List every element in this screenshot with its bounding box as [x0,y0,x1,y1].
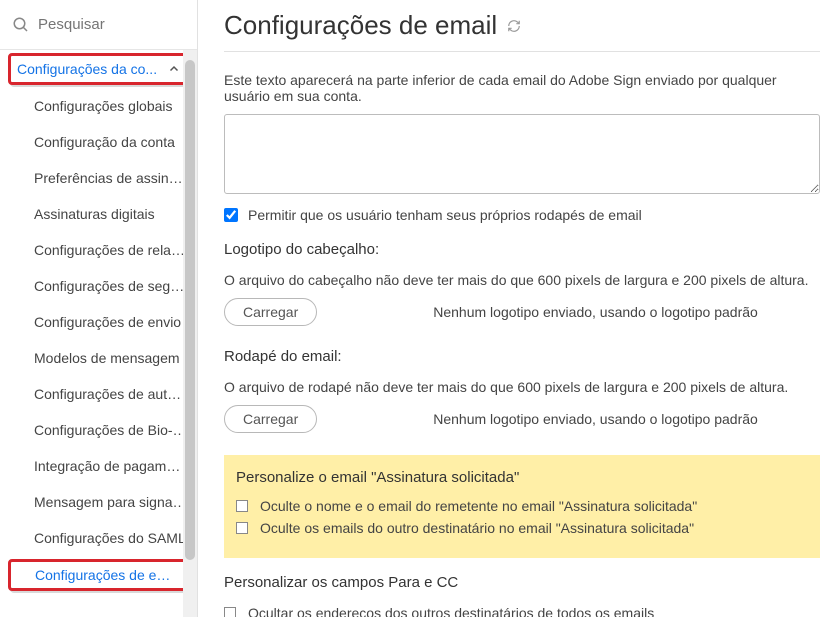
nav-section-account-settings[interactable]: Configurações da co... [8,53,189,85]
header-logo-note: O arquivo do cabeçalho não deve ter mais… [224,272,820,288]
hide-all-recipients-label: Ocultar os endereços dos outros destinat… [248,605,654,617]
email-footer-textarea[interactable] [224,114,820,194]
hide-sender-row[interactable]: Oculte o nome e o email do remetente no … [236,498,808,514]
nav-list: Configurações da co... Configurações glo… [0,50,197,617]
nav-item-label: Preferências de assinatura [34,170,187,186]
search-icon [12,16,30,34]
nav-item-report-settings[interactable]: Configurações de relatório [0,232,197,268]
nav-item-global-settings[interactable]: Configurações globais [0,88,197,124]
chevron-up-icon [168,63,180,75]
nav-item-send-settings[interactable]: Configurações de envio [0,304,197,340]
header-logo-upload-row: Carregar Nenhum logotipo enviado, usando… [224,298,820,326]
hide-sender-label: Oculte o nome e o email do remetente no … [260,498,697,514]
hide-other-recipient-label: Oculte os emails do outro destinatário n… [260,520,694,536]
nav-item-digital-sigs[interactable]: Assinaturas digitais [0,196,197,232]
main-content: Configurações de email Este texto aparec… [198,0,830,617]
nav-item-message-templates[interactable]: Modelos de mensagem [0,340,197,376]
intro-text: Este texto aparecerá na parte inferior d… [224,72,820,104]
nav-item-label: Configurações de envio [34,314,181,330]
nav-item-saml-settings[interactable]: Configurações do SAML [0,520,197,556]
nav-item-payment-integration[interactable]: Integração de pagamento [0,448,197,484]
nav-item-auth-settings[interactable]: Configurações de autenti... [0,376,197,412]
page-title: Configurações de email [224,10,497,41]
footer-logo-heading: Rodapé do email: [224,348,820,365]
allow-user-footers-row[interactable]: Permitir que os usuário tenham seus próp… [224,207,820,223]
nav-item-label: Configurações de Bio-Ph... [34,422,187,438]
nav-item-biopharma-settings[interactable]: Configurações de Bio-Ph... [0,412,197,448]
search-row [0,0,197,50]
signature-requested-panel: Personalize o email "Assinatura solicita… [224,455,820,558]
nav-section-label: Configurações da co... [17,61,157,77]
nav-item-label: Assinaturas digitais [34,206,155,222]
nav-item-signer-message[interactable]: Mensagem para signatário [0,484,197,520]
sidebar: Configurações da co... Configurações glo… [0,0,198,617]
sidebar-scrollbar[interactable] [183,50,197,617]
search-input[interactable] [38,16,185,33]
nav-item-label: Mensagem para signatário [34,494,187,510]
allow-user-footers-checkbox[interactable] [224,208,238,222]
hide-all-recipients-row[interactable]: Ocultar os endereços dos outros destinat… [224,605,820,617]
nav-item-label: Modelos de mensagem [34,350,180,366]
to-cc-heading: Personalizar os campos Para e CC [224,574,820,591]
header-logo-upload-button[interactable]: Carregar [224,298,317,326]
nav-item-email-settings[interactable]: Configurações de email [8,559,189,591]
nav-item-label: Configurações de relatório [34,242,187,258]
hide-all-recipients-checkbox[interactable] [224,607,236,617]
nav-item-label: Configurações de autenti... [34,386,187,402]
refresh-icon[interactable] [507,19,521,33]
footer-logo-status: Nenhum logotipo enviado, usando o logoti… [433,411,758,427]
footer-logo-note: O arquivo de rodapé não deve ter mais do… [224,379,820,395]
header-logo-heading: Logotipo do cabeçalho: [224,241,820,258]
page-title-row: Configurações de email [224,10,820,52]
footer-logo-upload-row: Carregar Nenhum logotipo enviado, usando… [224,405,820,433]
nav-item-account-config[interactable]: Configuração da conta [0,124,197,160]
nav-item-label: Configurações globais [34,98,173,114]
hide-other-recipient-row[interactable]: Oculte os emails do outro destinatário n… [236,520,808,536]
allow-user-footers-label: Permitir que os usuário tenham seus próp… [248,207,642,223]
nav-item-label: Configurações de segura... [34,278,187,294]
sig-requested-heading: Personalize o email "Assinatura solicita… [236,469,808,486]
nav-item-security-settings[interactable]: Configurações de segura... [0,268,197,304]
header-logo-status: Nenhum logotipo enviado, usando o logoti… [433,304,758,320]
hide-sender-checkbox[interactable] [236,500,248,512]
nav-item-label: Configuração da conta [34,134,175,150]
nav-item-label: Configurações de email [35,567,180,583]
nav-item-label: Configurações do SAML [34,530,186,546]
footer-logo-upload-button[interactable]: Carregar [224,405,317,433]
nav-item-sign-prefs[interactable]: Preferências de assinatura [0,160,197,196]
nav-item-label: Integração de pagamento [34,458,187,474]
hide-other-recipient-checkbox[interactable] [236,522,248,534]
sidebar-scrollbar-thumb[interactable] [185,60,195,560]
